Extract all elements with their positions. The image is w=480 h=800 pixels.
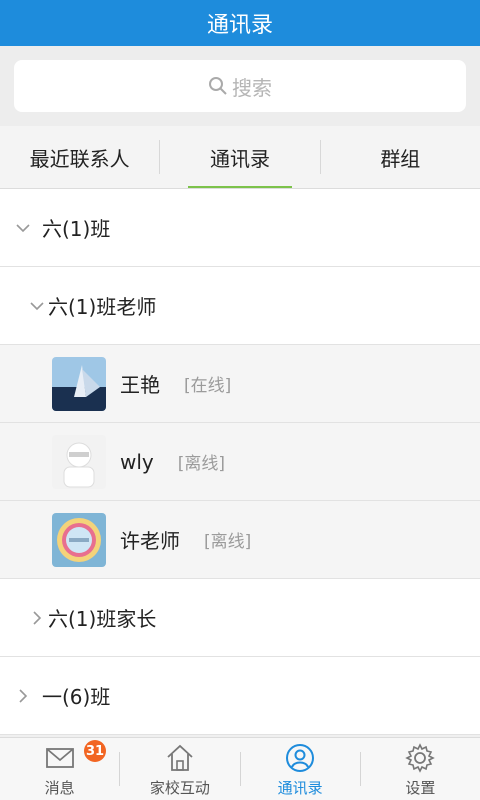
- contact-row[interactable]: 王艳 [在线]: [0, 345, 480, 423]
- nav-label: 消息: [44, 779, 75, 797]
- home-icon: [167, 744, 193, 771]
- search-input[interactable]: 搜索: [14, 60, 466, 112]
- status-badge: [在线]: [184, 376, 232, 396]
- status-badge: [离线]: [204, 532, 252, 552]
- search-icon: [209, 77, 227, 95]
- app-header: 通讯录: [0, 0, 480, 46]
- nav-settings[interactable]: 设置: [361, 738, 480, 800]
- group-teachers[interactable]: 六(1)班老师: [0, 267, 480, 345]
- group-label: 六(1)班老师: [48, 295, 157, 319]
- tab-groups[interactable]: 群组: [321, 126, 480, 188]
- bottom-nav: 消息 31 家校互动 通讯录 设置: [0, 737, 480, 800]
- nav-messages[interactable]: 消息 31: [0, 738, 119, 800]
- contact-name: wly: [120, 449, 154, 474]
- group-label: 六(1)班家长: [48, 607, 157, 631]
- search-bar: 搜索: [0, 46, 480, 126]
- contact-name: 许老师: [120, 529, 180, 553]
- gear-icon: [405, 743, 436, 773]
- nav-contacts[interactable]: 通讯录: [241, 738, 360, 800]
- chevron-right-icon: [19, 688, 28, 703]
- nav-home-school[interactable]: 家校互动: [120, 738, 239, 800]
- mail-icon: [45, 748, 74, 768]
- tab-recent-contacts[interactable]: 最近联系人: [0, 126, 159, 188]
- avatar: [52, 434, 106, 489]
- group-parents[interactable]: 六(1)班家长: [0, 579, 480, 657]
- contacts-icon: [286, 744, 315, 772]
- contact-tabs: 最近联系人 通讯录 群组: [0, 126, 480, 189]
- group-label: 一(6)班: [42, 685, 111, 709]
- group-class-6-1[interactable]: 六(1)班: [0, 189, 480, 267]
- page-title: 通讯录: [206, 13, 273, 38]
- chevron-right-icon: [33, 610, 42, 625]
- chevron-down-icon: [16, 223, 30, 232]
- search-placeholder: 搜索: [232, 75, 272, 100]
- contact-row[interactable]: 许老师 [离线]: [0, 501, 480, 579]
- unread-count-badge: 31: [84, 740, 106, 762]
- group-label: 六(1)班: [42, 217, 111, 241]
- contact-name: 王艳: [120, 373, 160, 397]
- contact-row[interactable]: wly [离线]: [0, 423, 480, 501]
- chevron-down-icon: [30, 301, 44, 310]
- nav-label: 通讯录: [277, 779, 323, 797]
- avatar: [52, 512, 106, 567]
- nav-label: 家校互动: [149, 779, 210, 797]
- contact-list: 六(1)班 六(1)班老师 王艳 [在线] wly [离线] 许老师 [离线] …: [0, 189, 480, 735]
- tab-contacts[interactable]: 通讯录: [160, 126, 319, 188]
- status-badge: [离线]: [177, 454, 226, 474]
- group-class-1-6[interactable]: 一(6)班: [0, 657, 480, 735]
- nav-label: 设置: [405, 779, 436, 797]
- avatar: [52, 356, 106, 411]
